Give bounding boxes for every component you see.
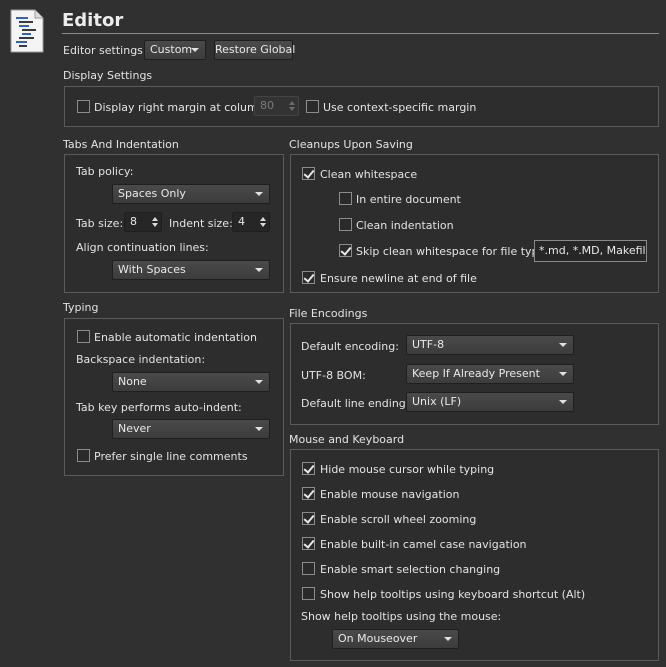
default-encoding-value: UTF-8 xyxy=(412,338,445,351)
spin-up-icon xyxy=(289,101,295,105)
indent-size-spinbox[interactable]: 4 xyxy=(232,212,270,232)
indent-size-value: 4 xyxy=(238,215,245,228)
scroll-zoom-checkbox[interactable] xyxy=(302,512,315,525)
entire-document-checkbox[interactable] xyxy=(339,192,352,205)
display-settings-heading: Display Settings xyxy=(63,69,153,82)
camel-case-label: Enable built-in camel case navigation xyxy=(320,538,527,551)
clean-indentation-checkbox[interactable] xyxy=(339,218,352,231)
chevron-down-icon xyxy=(559,343,567,347)
title-divider xyxy=(62,33,659,34)
backspace-indent-label: Backspace indentation: xyxy=(76,353,206,366)
align-continuation-label: Align continuation lines: xyxy=(76,241,209,254)
tab-key-auto-indent-value: Never xyxy=(118,422,151,435)
chevron-down-icon xyxy=(444,637,452,641)
editor-page-icon xyxy=(9,9,45,53)
chevron-down-icon xyxy=(255,427,263,431)
chevron-down-icon xyxy=(255,192,263,196)
tooltips-mouse-value: On Mouseover xyxy=(338,632,418,645)
chevron-down-icon xyxy=(255,268,263,272)
spin-down-icon xyxy=(289,107,295,111)
chevron-down-icon xyxy=(559,372,567,376)
line-endings-combo[interactable]: Unix (LF) xyxy=(406,392,574,412)
tab-size-label: Tab size: xyxy=(76,217,124,230)
indent-size-label: Indent size: xyxy=(169,217,233,230)
tooltips-mouse-label: Show help tooltips using the mouse: xyxy=(301,610,502,623)
clean-whitespace-checkbox[interactable] xyxy=(302,167,315,180)
restore-global-button[interactable]: Restore Global xyxy=(214,40,295,60)
ensure-newline-label: Ensure newline at end of file xyxy=(320,272,477,285)
smart-selection-checkbox[interactable] xyxy=(302,562,315,575)
editor-settings-label: Editor settings: xyxy=(63,44,147,57)
tab-policy-value: Spaces Only xyxy=(118,187,186,200)
page-title: Editor xyxy=(62,10,124,31)
skip-clean-whitespace-checkbox[interactable] xyxy=(339,244,352,257)
align-continuation-combo[interactable]: With Spaces xyxy=(112,260,270,280)
auto-indent-label: Enable automatic indentation xyxy=(94,331,257,344)
align-continuation-value: With Spaces xyxy=(118,263,186,276)
tabs-heading: Tabs And Indentation xyxy=(63,138,179,151)
tab-size-spinbox[interactable]: 8 xyxy=(124,212,162,232)
editor-settings-combo[interactable]: Custom xyxy=(144,40,206,60)
right-margin-spinbox[interactable]: 80 xyxy=(254,96,299,116)
camel-case-checkbox[interactable] xyxy=(302,537,315,550)
single-line-comments-checkbox[interactable] xyxy=(77,449,90,462)
right-margin-value: 80 xyxy=(260,99,274,112)
skip-clean-whitespace-label: Skip clean whitespace for file types: xyxy=(356,245,555,258)
mouse-keyboard-heading: Mouse and Keyboard xyxy=(289,433,405,446)
utf8-bom-label: UTF-8 BOM: xyxy=(301,369,366,382)
right-margin-label: Display right margin at column: xyxy=(94,101,269,114)
chevron-down-icon xyxy=(255,380,263,384)
smart-selection-label: Enable smart selection changing xyxy=(320,563,501,576)
default-encoding-combo[interactable]: UTF-8 xyxy=(406,335,574,355)
spin-up-icon xyxy=(260,217,266,221)
auto-indent-checkbox[interactable] xyxy=(77,330,90,343)
right-margin-checkbox[interactable] xyxy=(77,100,90,113)
backspace-indent-combo[interactable]: None xyxy=(112,372,270,392)
scroll-zoom-label: Enable scroll wheel zooming xyxy=(320,513,477,526)
tooltips-mouse-combo[interactable]: On Mouseover xyxy=(332,629,459,649)
skip-file-types-field[interactable]: *.md, *.MD, Makefile xyxy=(534,240,647,262)
clean-whitespace-label: Clean whitespace xyxy=(320,168,418,181)
mouse-navigation-checkbox[interactable] xyxy=(302,487,315,500)
tab-key-auto-indent-combo[interactable]: Never xyxy=(112,419,270,439)
spin-up-icon xyxy=(152,217,158,221)
chevron-down-icon xyxy=(191,48,199,52)
editor-settings-value: Custom xyxy=(150,43,193,56)
backspace-indent-value: None xyxy=(118,375,147,388)
line-endings-value: Unix (LF) xyxy=(412,395,462,408)
tooltips-keyboard-label: Show help tooltips using keyboard shortc… xyxy=(320,588,586,601)
cleanups-heading: Cleanups Upon Saving xyxy=(289,138,413,151)
hide-cursor-checkbox[interactable] xyxy=(302,462,315,475)
mouse-navigation-label: Enable mouse navigation xyxy=(320,488,460,501)
utf8-bom-value: Keep If Already Present xyxy=(412,367,540,380)
spin-down-icon xyxy=(152,223,158,227)
context-margin-label: Use context-specific margin xyxy=(323,101,477,114)
file-encodings-heading: File Encodings xyxy=(289,307,368,320)
chevron-down-icon xyxy=(559,400,567,404)
entire-document-label: In entire document xyxy=(356,193,461,206)
clean-indentation-label: Clean indentation xyxy=(356,219,454,232)
ensure-newline-checkbox[interactable] xyxy=(302,271,315,284)
utf8-bom-combo[interactable]: Keep If Already Present xyxy=(406,364,574,384)
tooltips-keyboard-checkbox[interactable] xyxy=(302,587,315,600)
tab-policy-combo[interactable]: Spaces Only xyxy=(112,184,270,204)
spin-down-icon xyxy=(260,223,266,227)
tab-policy-label: Tab policy: xyxy=(76,165,134,178)
context-margin-checkbox[interactable] xyxy=(306,100,319,113)
typing-heading: Typing xyxy=(63,301,99,314)
line-endings-label: Default line endings: xyxy=(301,397,416,410)
tab-size-value: 8 xyxy=(130,215,137,228)
default-encoding-label: Default encoding: xyxy=(301,340,399,353)
hide-cursor-label: Hide mouse cursor while typing xyxy=(320,463,495,476)
single-line-comments-label: Prefer single line comments xyxy=(94,450,248,463)
tab-key-auto-indent-label: Tab key performs auto-indent: xyxy=(76,401,242,414)
